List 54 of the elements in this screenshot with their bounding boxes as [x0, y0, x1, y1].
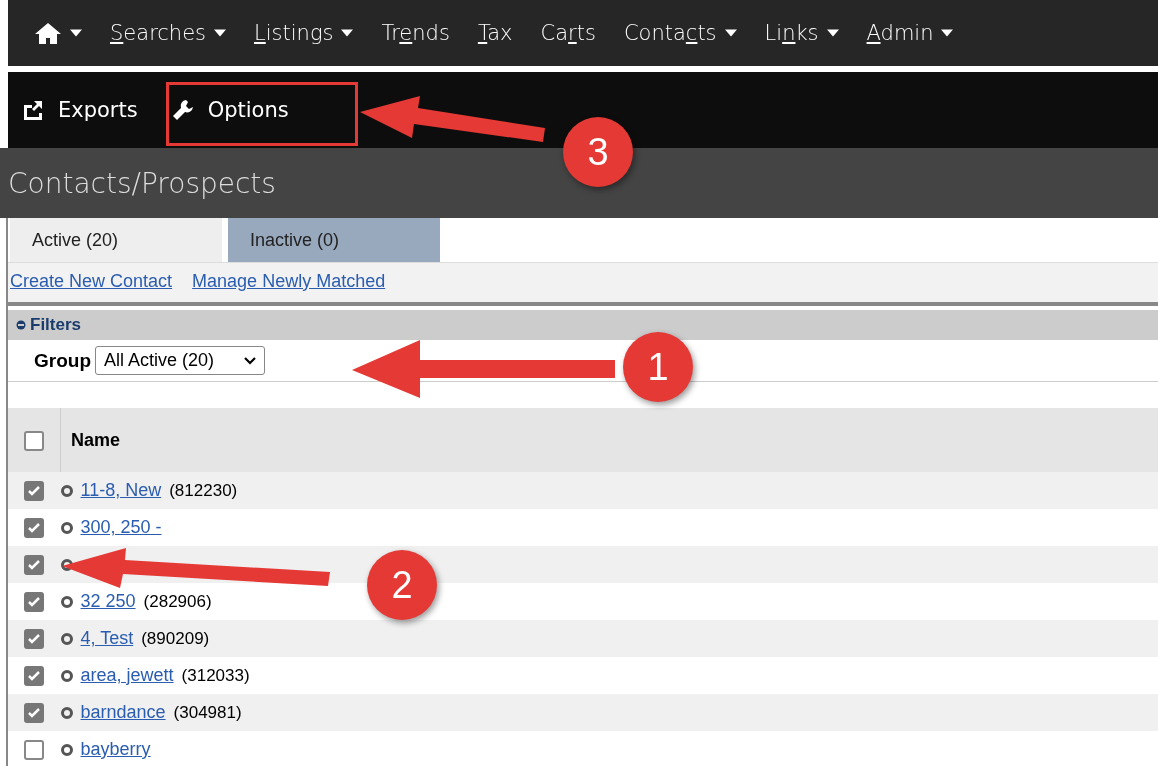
- collapse-icon: [16, 320, 26, 330]
- nav-menu-item[interactable]: Trends: [367, 21, 464, 45]
- nav-menu-item[interactable]: Admin: [852, 21, 968, 45]
- tab[interactable]: Active (20): [10, 218, 222, 262]
- expand-icon[interactable]: [60, 632, 73, 645]
- filters-header[interactable]: Filters: [8, 310, 1158, 340]
- nav-menu-item[interactable]: Listings: [240, 21, 368, 45]
- contact-id: (312033): [181, 665, 250, 686]
- expand-icon[interactable]: [60, 669, 73, 682]
- contact-id: (282906): [143, 591, 212, 612]
- tab[interactable]: Inactive (0): [228, 218, 440, 262]
- contact-link[interactable]: 11-8, New: [80, 480, 162, 501]
- contact-link[interactable]: area, jewett: [80, 665, 174, 686]
- chevron-down-icon: [244, 356, 257, 365]
- home-icon: [34, 21, 62, 45]
- nav-menu-item[interactable]: Tax: [463, 21, 527, 45]
- select-all-checkbox[interactable]: [24, 430, 44, 451]
- expand-icon[interactable]: [60, 706, 73, 719]
- expand-icon[interactable]: [60, 521, 73, 534]
- expand-icon[interactable]: [60, 595, 73, 608]
- contact-id: (890209): [141, 628, 210, 649]
- contact-link[interactable]: bayberry: [80, 739, 151, 760]
- row-checkbox[interactable]: [24, 628, 45, 649]
- expand-icon[interactable]: [60, 558, 73, 571]
- toolbar-button[interactable]: Exports: [12, 92, 148, 128]
- filters-title: Filters: [30, 315, 82, 335]
- column-header: Name: [60, 408, 1158, 472]
- contact-link[interactable]: 32 250: [80, 591, 136, 612]
- nav-menu-item[interactable]: Carts: [526, 21, 610, 45]
- export-icon: [22, 99, 44, 121]
- wrench-icon: [171, 99, 194, 121]
- row-checkbox[interactable]: [24, 591, 45, 612]
- step-number-badge: 1: [623, 332, 693, 402]
- expand-icon[interactable]: [60, 484, 73, 497]
- contact-link[interactable]: barndance: [80, 702, 166, 723]
- toolbar-button[interactable]: Options: [161, 92, 299, 128]
- nav-menu-item[interactable]: Links: [750, 21, 853, 45]
- group-label: Group: [34, 349, 91, 372]
- row-checkbox[interactable]: [24, 702, 45, 723]
- contact-link[interactable]: 4, Test: [80, 628, 134, 649]
- row-checkbox[interactable]: [24, 517, 45, 538]
- row-checkbox[interactable]: [24, 739, 45, 760]
- link[interactable]: Create New Contact: [10, 271, 173, 292]
- expand-icon[interactable]: [60, 743, 73, 756]
- link[interactable]: Manage Newly Matched: [192, 271, 386, 292]
- nav-menu-item[interactable]: Searches: [96, 21, 241, 45]
- contact-link[interactable]: 300, 250 -: [80, 517, 162, 538]
- row-checkbox[interactable]: [24, 554, 45, 575]
- contact-id: (812230): [169, 480, 238, 501]
- contact-id: (304981): [173, 702, 242, 723]
- row-checkbox[interactable]: [24, 665, 45, 686]
- nav-menu-item[interactable]: Contacts: [609, 21, 751, 45]
- group-dropdown[interactable]: All Active (20): [95, 346, 266, 375]
- row-checkbox[interactable]: [24, 480, 45, 501]
